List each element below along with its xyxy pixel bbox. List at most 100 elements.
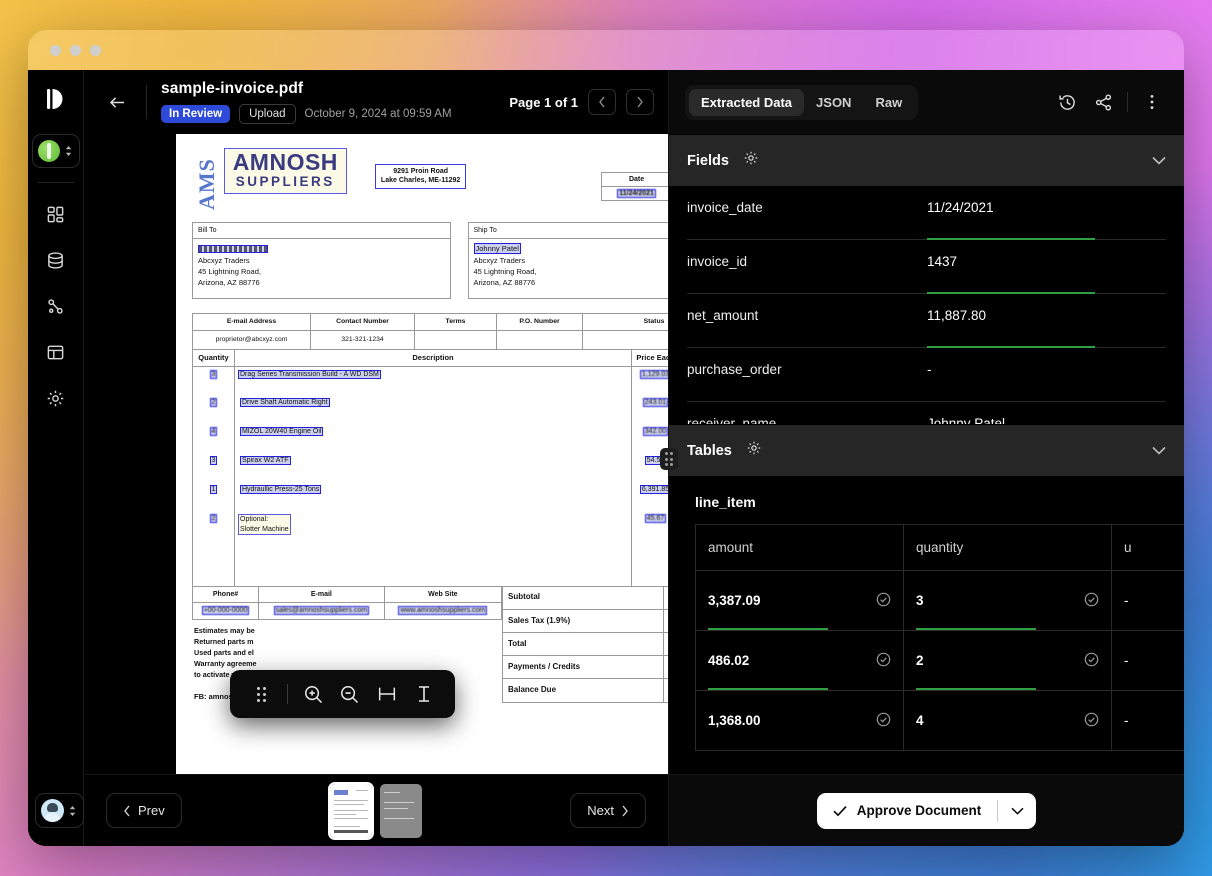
column-header-unit[interactable]: u <box>1112 525 1185 571</box>
document-viewport[interactable]: AMS AMNOSH SUPPLIERS 9291 Proin Road Lak… <box>84 134 668 774</box>
cell-quantity[interactable]: 4 <box>904 691 1112 751</box>
app-logo-icon[interactable] <box>43 86 69 112</box>
cell-value: 1,368.00 <box>708 713 761 728</box>
panel-header: Extracted Data JSON Raw <box>669 70 1184 134</box>
cell-quantity[interactable]: 3 <box>904 571 1112 631</box>
cell-unit[interactable]: - <box>1112 631 1185 691</box>
fields-collapse-toggle[interactable] <box>1152 152 1166 170</box>
terms-line-2: Used parts and el <box>194 647 500 658</box>
user-menu[interactable] <box>35 793 84 828</box>
field-key: receiver_name <box>687 416 927 424</box>
share-button[interactable] <box>1087 86 1119 118</box>
tables-section-header[interactable]: Tables <box>669 424 1184 476</box>
workspace-switcher[interactable] <box>32 134 80 168</box>
approve-document-button[interactable]: Approve Document <box>817 793 998 829</box>
field-row[interactable]: invoice_id 1437 <box>669 240 1184 294</box>
sidebar-item-workflows[interactable] <box>38 288 74 324</box>
app-window: sample-invoice.pdf In Review Upload Octo… <box>28 30 1184 846</box>
sidebar-item-settings[interactable] <box>38 380 74 416</box>
cell-value: 2 <box>916 653 924 668</box>
invoice-meta-table: Date Invoice# 11/24/2021 1437 <box>601 172 668 202</box>
column-header-quantity[interactable]: quantity <box>904 525 1112 571</box>
fields-settings-button[interactable] <box>743 150 759 171</box>
viewer-toolbar[interactable] <box>230 670 455 718</box>
tab-extracted-data[interactable]: Extracted Data <box>689 89 804 116</box>
contact-value-1: 321-321-1234 <box>311 330 415 349</box>
page-prev-button[interactable] <box>588 89 616 115</box>
sidebar-item-datastore[interactable] <box>38 242 74 278</box>
address-blocks: Bill To Abcxyz Traders 45 Lightning Road… <box>192 222 668 299</box>
more-options-button[interactable] <box>1136 86 1168 118</box>
fit-height-button[interactable] <box>406 674 441 714</box>
table-row: 2 Optional: Slotter Machine 45.67 91.34 <box>193 511 669 540</box>
tables-list[interactable]: line_item amount quantity u 3,387.09 <box>669 476 1184 774</box>
table-row-empty <box>193 540 669 586</box>
tab-raw[interactable]: Raw <box>863 89 914 116</box>
fields-list[interactable]: invoice_date 11/24/2021 invoice_id 1437 … <box>669 186 1184 424</box>
panel-actions <box>1051 86 1168 118</box>
table-row[interactable]: 3,387.09 3 <box>696 571 1185 631</box>
contact-value-4 <box>583 330 669 349</box>
fit-width-button[interactable] <box>369 674 404 714</box>
tab-json[interactable]: JSON <box>804 89 863 116</box>
window-titlebar <box>28 30 1184 70</box>
document-meta: sample-invoice.pdf In Review Upload Octo… <box>161 80 495 124</box>
column-header-amount[interactable]: amount <box>696 525 904 571</box>
back-arrow-icon[interactable] <box>102 87 132 117</box>
window-minimize-button[interactable] <box>70 45 81 56</box>
approve-options-button[interactable] <box>998 793 1036 829</box>
field-row[interactable]: purchase_order - <box>669 348 1184 402</box>
upload-timestamp: October 9, 2024 at 09:59 AM <box>305 108 452 120</box>
verified-check-icon[interactable] <box>876 592 891 610</box>
drag-handle-icon[interactable] <box>244 674 279 714</box>
field-row[interactable]: net_amount 11,887.80 <box>669 294 1184 348</box>
history-button[interactable] <box>1051 86 1083 118</box>
field-value[interactable]: 1437 <box>927 254 957 269</box>
toolbar-divider <box>287 684 288 704</box>
ship-to-line-1: 45 Lightning Road, <box>474 267 537 276</box>
sidebar-item-dashboard[interactable] <box>38 196 74 232</box>
window-maximize-button[interactable] <box>90 45 101 56</box>
window-close-button[interactable] <box>50 45 61 56</box>
zoom-out-button[interactable] <box>333 674 368 714</box>
approve-document-control[interactable]: Approve Document <box>817 793 1037 829</box>
verified-check-icon[interactable] <box>876 712 891 730</box>
field-value[interactable]: 11/24/2021 <box>927 200 994 215</box>
verified-check-icon[interactable] <box>1084 652 1099 670</box>
verified-check-icon[interactable] <box>1084 592 1099 610</box>
tables-collapse-toggle[interactable] <box>1152 442 1166 460</box>
zoom-in-button[interactable] <box>296 674 331 714</box>
page-indicator: Page 1 of 1 <box>509 95 578 110</box>
table-row: 1 Hydraullic Press-25 Tons 6,391.85 6,39… <box>193 482 669 511</box>
cell-unit[interactable]: - <box>1112 691 1185 751</box>
tables-settings-button[interactable] <box>746 440 762 461</box>
cell-amount[interactable]: 3,387.09 <box>696 571 904 631</box>
field-key: purchase_order <box>687 362 927 377</box>
cell-unit[interactable]: - <box>1112 571 1185 631</box>
cell-quantity[interactable]: 2 <box>904 631 1112 691</box>
contact-header-1: Contact Number <box>311 314 415 330</box>
field-value[interactable]: - <box>927 362 932 377</box>
page-thumbnail-2[interactable] <box>380 784 422 838</box>
cell-amount[interactable]: 486.02 <box>696 631 904 691</box>
page-thumbnail-1[interactable] <box>330 784 372 838</box>
sidebar-item-tables[interactable] <box>38 334 74 370</box>
field-row[interactable]: invoice_date 11/24/2021 <box>669 186 1184 240</box>
gear-icon <box>743 150 759 166</box>
cell-amount[interactable]: 1,368.00 <box>696 691 904 751</box>
field-value[interactable]: Johnny Patel <box>927 416 1005 424</box>
panel-resize-handle[interactable] <box>660 448 678 470</box>
verified-check-icon[interactable] <box>876 652 891 670</box>
verified-check-icon[interactable] <box>1084 712 1099 730</box>
field-row[interactable]: receiver_name Johnny Patel <box>669 402 1184 424</box>
meta-value-date: 11/24/2021 <box>617 189 656 198</box>
page-next-button[interactable] <box>626 89 654 115</box>
field-value[interactable]: 11,887.80 <box>927 308 986 323</box>
table-row[interactable]: 1,368.00 4 - <box>696 691 1185 751</box>
line-item-table[interactable]: amount quantity u 3,387.09 <box>695 524 1184 751</box>
table-row[interactable]: 486.02 2 - <box>696 631 1185 691</box>
fields-section-header[interactable]: Fields <box>669 134 1184 186</box>
contact-value-0: proprietor@abcxyz.com <box>193 330 311 349</box>
tables-section-title: Tables <box>687 443 732 459</box>
meta-header-date: Date <box>602 172 669 186</box>
